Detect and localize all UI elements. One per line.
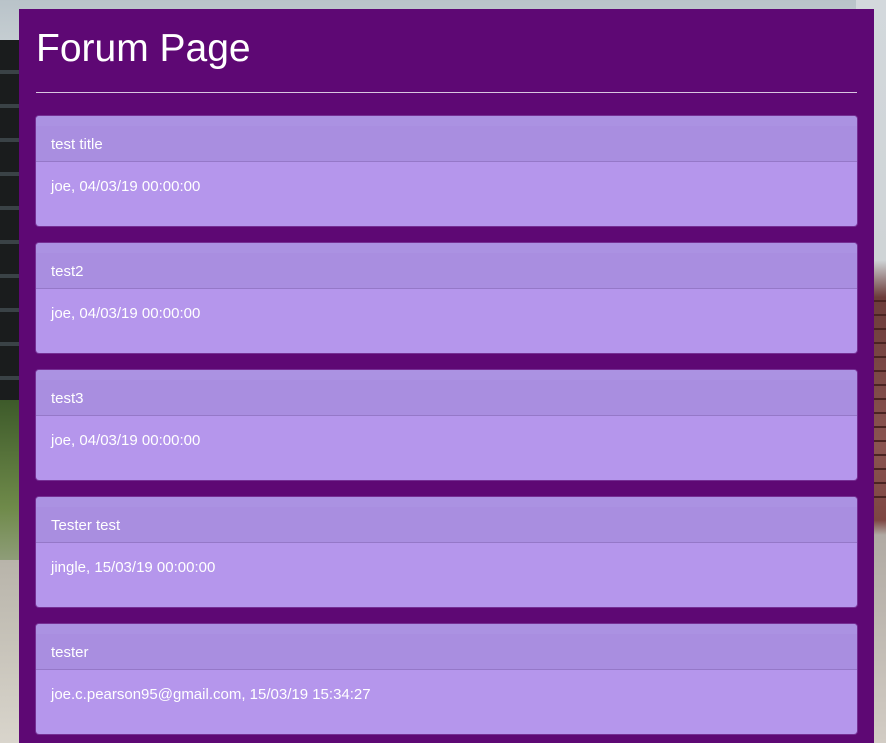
post-header: test2 <box>36 243 857 289</box>
post-meta: joe, 04/03/19 00:00:00 <box>51 305 201 322</box>
post-title[interactable]: test3 <box>51 391 84 407</box>
post-card[interactable]: test title joe, 04/03/19 00:00:00 <box>36 116 857 226</box>
post-header: Tester test <box>36 497 857 543</box>
post-title[interactable]: tester <box>51 645 89 661</box>
post-meta: jingle, 15/03/19 00:00:00 <box>51 559 216 576</box>
background-ground <box>0 560 20 743</box>
post-title[interactable]: Tester test <box>51 518 120 534</box>
post-meta: joe, 04/03/19 00:00:00 <box>51 178 201 195</box>
background-plants <box>0 400 20 580</box>
post-card[interactable]: test2 joe, 04/03/19 00:00:00 <box>36 243 857 353</box>
post-title[interactable]: test2 <box>51 264 84 280</box>
post-header: tester <box>36 624 857 670</box>
background-window-lines <box>874 300 886 500</box>
forum-panel: Forum Page test title joe, 04/03/19 00:0… <box>19 9 874 743</box>
post-title[interactable]: test title <box>51 137 103 153</box>
post-card[interactable]: tester joe.c.pearson95@gmail.com, 15/03/… <box>36 624 857 734</box>
post-header: test title <box>36 116 857 162</box>
page-title: Forum Page <box>36 27 251 70</box>
post-card[interactable]: Tester test jingle, 15/03/19 00:00:00 <box>36 497 857 607</box>
post-meta: joe.c.pearson95@gmail.com, 15/03/19 15:3… <box>51 686 371 703</box>
post-header: test3 <box>36 370 857 416</box>
title-divider <box>36 92 857 93</box>
post-card[interactable]: test3 joe, 04/03/19 00:00:00 <box>36 370 857 480</box>
background-building-left <box>0 40 20 460</box>
post-meta: joe, 04/03/19 00:00:00 <box>51 432 201 449</box>
post-list: test title joe, 04/03/19 00:00:00 test2 … <box>36 116 857 743</box>
